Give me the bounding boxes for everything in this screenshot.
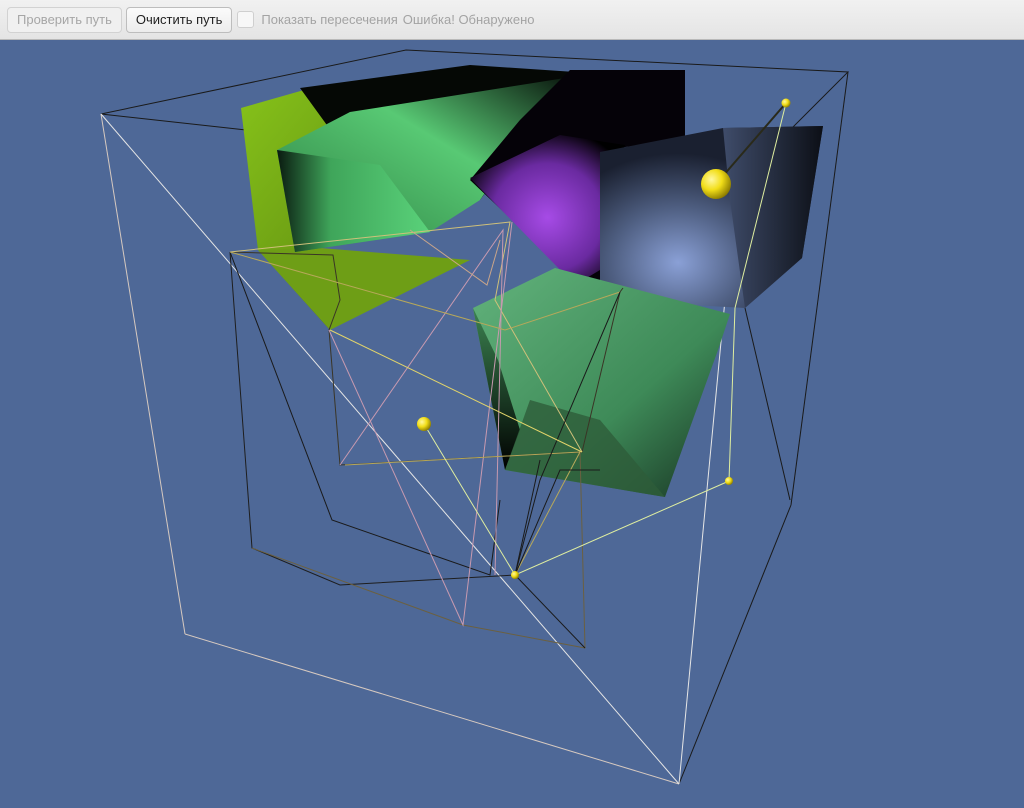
clear-path-button[interactable]: Очистить путь <box>125 6 233 33</box>
path-node[interactable] <box>725 477 733 485</box>
path-node[interactable] <box>781 98 791 108</box>
status-text: Ошибка! Обнаружено <box>402 12 535 27</box>
show-intersections-toggle[interactable]: Показать пересечения <box>237 11 398 28</box>
path-node[interactable] <box>417 417 431 431</box>
show-intersections-checkbox[interactable] <box>237 11 255 28</box>
3d-viewport[interactable] <box>0 40 1024 808</box>
path-node-start[interactable] <box>701 169 731 199</box>
check-path-button[interactable]: Проверить путь <box>7 6 122 33</box>
toolbar: Проверить путь Очистить путь Показать пе… <box>0 0 1024 40</box>
path-node[interactable] <box>511 571 519 579</box>
show-intersections-label: Показать пересечения <box>261 12 398 27</box>
